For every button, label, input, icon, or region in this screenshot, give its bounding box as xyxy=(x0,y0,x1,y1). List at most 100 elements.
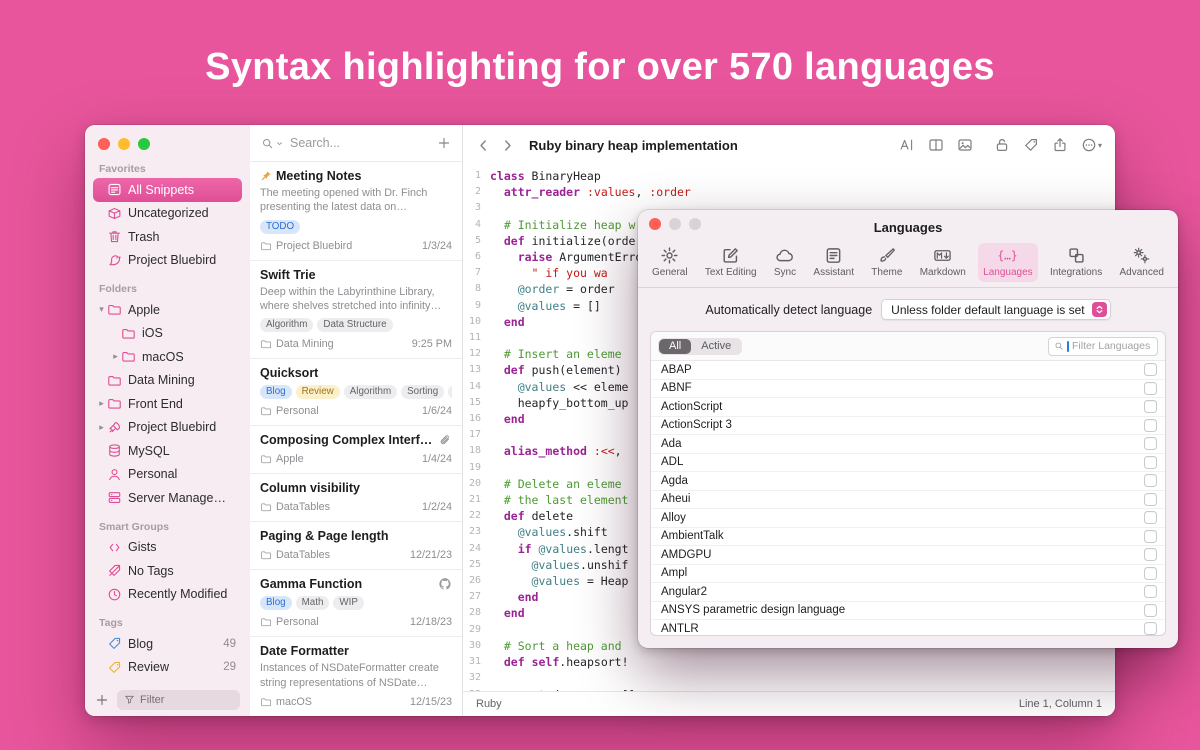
language-row[interactable]: ANTLR xyxy=(651,620,1165,635)
prefs-tab-text-editing[interactable]: Text Editing xyxy=(700,243,762,282)
snippet-list-item[interactable]: Gamma FunctionBlogMathWIPPersonal12/18/2… xyxy=(250,570,462,637)
search-scope-chevron-icon[interactable] xyxy=(275,139,284,148)
language-row[interactable]: Alloy xyxy=(651,509,1165,528)
language-checkbox[interactable] xyxy=(1144,493,1157,506)
layout-columns-button[interactable] xyxy=(928,137,944,153)
snippet-list-item[interactable]: Meeting NotesThe meeting opened with Dr.… xyxy=(250,162,462,261)
code-text: class BinaryHeap xyxy=(490,168,1115,184)
language-row[interactable]: ANSYS parametric design language xyxy=(651,602,1165,621)
sidebar-item-apple[interactable]: ▾Apple xyxy=(93,298,242,322)
prefs-tab-advanced[interactable]: Advanced xyxy=(1115,243,1169,282)
more-button[interactable]: ▾ xyxy=(1081,137,1102,153)
language-checkbox[interactable] xyxy=(1144,622,1157,635)
language-filter-field[interactable]: Filter Languages xyxy=(1048,337,1158,356)
sidebar-item-front-end[interactable]: ▸Front End xyxy=(93,392,242,416)
language-checkbox[interactable] xyxy=(1144,474,1157,487)
language-row[interactable]: ADL xyxy=(651,454,1165,473)
language-checkbox[interactable] xyxy=(1144,548,1157,561)
segment-all[interactable]: All xyxy=(659,339,691,354)
sidebar-item-project-bluebird[interactable]: Project Bluebird xyxy=(93,249,242,273)
tags-button[interactable] xyxy=(1023,137,1039,153)
language-checkbox[interactable] xyxy=(1144,585,1157,598)
preview-image-button[interactable] xyxy=(957,137,973,153)
language-checkbox[interactable] xyxy=(1144,437,1157,450)
language-name: Agda xyxy=(661,475,688,487)
disclosure-down-icon[interactable]: ▾ xyxy=(96,304,107,315)
disclosure-right-icon[interactable]: ▸ xyxy=(110,351,121,362)
snippet-list-item[interactable]: Date FormatterInstances of NSDateFormatt… xyxy=(250,637,462,716)
sidebar-item-macos[interactable]: ▸macOS xyxy=(107,345,242,369)
language-checkbox[interactable] xyxy=(1144,511,1157,524)
braces-icon: {…} xyxy=(998,246,1017,265)
line-number: 20 xyxy=(463,476,490,492)
language-row[interactable]: ABAP xyxy=(651,361,1165,380)
prefs-tab-markdown[interactable]: Markdown xyxy=(915,243,971,282)
language-row[interactable]: Ampl xyxy=(651,565,1165,584)
language-checkbox[interactable] xyxy=(1144,604,1157,617)
language-checkbox[interactable] xyxy=(1144,382,1157,395)
add-group-button[interactable] xyxy=(95,693,109,707)
text-format-button[interactable] xyxy=(899,137,915,153)
prefs-tab-integrations[interactable]: Integrations xyxy=(1045,243,1107,282)
prefs-close-button[interactable] xyxy=(649,218,661,230)
sidebar-item-gists[interactable]: Gists xyxy=(93,536,242,560)
forward-button[interactable] xyxy=(500,138,515,153)
language-checkbox[interactable] xyxy=(1144,363,1157,376)
prefs-tab-sync[interactable]: Sync xyxy=(769,243,801,282)
sidebar-item-review[interactable]: Review29 xyxy=(93,656,242,680)
language-checkbox[interactable] xyxy=(1144,567,1157,580)
sidebar-item-ios[interactable]: iOS xyxy=(107,322,242,346)
sidebar-item-no-tags[interactable]: No Tags xyxy=(93,559,242,583)
sidebar-item-recently-modified[interactable]: Recently Modified xyxy=(93,583,242,607)
language-row[interactable]: Ada xyxy=(651,435,1165,454)
share-button[interactable] xyxy=(1052,137,1068,153)
snippet-list-item[interactable]: Swift TrieDeep within the Labyrinthine L… xyxy=(250,261,462,360)
minimize-button[interactable] xyxy=(118,138,130,150)
language-row[interactable]: AmbientTalk xyxy=(651,528,1165,547)
prefs-minimize-button[interactable] xyxy=(669,218,681,230)
default-language-popup[interactable]: Unless folder default language is set xyxy=(881,299,1110,320)
sidebar-item-server-management[interactable]: Server Management xyxy=(93,486,242,510)
language-checkbox[interactable] xyxy=(1144,419,1157,432)
snippet-list-item[interactable]: Paging & Page lengthDataTables12/21/23 xyxy=(250,522,462,570)
sidebar-item-all-snippets[interactable]: All Snippets xyxy=(93,178,242,202)
language-row[interactable]: Aheui xyxy=(651,491,1165,510)
disclosure-right-icon[interactable]: ▸ xyxy=(96,422,107,433)
language-row[interactable]: AMDGPU xyxy=(651,546,1165,565)
language-checkbox[interactable] xyxy=(1144,400,1157,413)
language-row[interactable]: ActionScript 3 xyxy=(651,417,1165,436)
snippet-list-item[interactable]: Composing Complex InterfacesApple1/4/24 xyxy=(250,426,462,474)
snippet-list-item[interactable]: Column visibilityDataTables1/2/24 xyxy=(250,474,462,522)
prefs-tab-assistant[interactable]: Assistant xyxy=(808,243,859,282)
language-row[interactable]: ABNF xyxy=(651,380,1165,399)
prefs-tab-theme[interactable]: Theme xyxy=(866,243,907,282)
new-snippet-button[interactable] xyxy=(437,136,451,150)
sidebar-item-project-bluebird[interactable]: ▸Project Bluebird xyxy=(93,416,242,440)
lock-button[interactable] xyxy=(994,137,1010,153)
prefs-tab-languages[interactable]: {…}Languages xyxy=(978,243,1038,282)
zoom-button[interactable] xyxy=(138,138,150,150)
back-button[interactable] xyxy=(476,138,491,153)
sidebar-item-uncategorized[interactable]: Uncategorized xyxy=(93,202,242,226)
sidebar-filter-field[interactable]: Filter xyxy=(117,690,240,710)
language-row[interactable]: Agda xyxy=(651,472,1165,491)
segment-active[interactable]: Active xyxy=(691,339,741,354)
snippet-list-item[interactable]: QuicksortBlogReviewAlgorithmSorting+2Per… xyxy=(250,359,462,426)
language-row[interactable]: ActionScript xyxy=(651,398,1165,417)
snippet-title: Meeting Notes xyxy=(276,169,361,183)
sidebar-item-trash[interactable]: Trash xyxy=(93,225,242,249)
language-row[interactable]: Angular2 xyxy=(651,583,1165,602)
language-checkbox[interactable] xyxy=(1144,456,1157,469)
disclosure-right-icon[interactable]: ▸ xyxy=(96,398,107,409)
sidebar-item-data-mining[interactable]: Data Mining xyxy=(93,369,242,393)
close-button[interactable] xyxy=(98,138,110,150)
prefs-tab-general[interactable]: General xyxy=(647,243,693,282)
language-checkbox[interactable] xyxy=(1144,530,1157,543)
sidebar-item-mysql[interactable]: MySQL xyxy=(93,439,242,463)
folder-icon xyxy=(121,326,136,341)
sidebar-item-blog[interactable]: Blog49 xyxy=(93,632,242,656)
prefs-zoom-button[interactable] xyxy=(689,218,701,230)
search-bar[interactable]: Search... xyxy=(250,125,462,162)
sidebar-item-personal[interactable]: Personal xyxy=(93,463,242,487)
language-indicator[interactable]: Ruby xyxy=(476,698,502,710)
